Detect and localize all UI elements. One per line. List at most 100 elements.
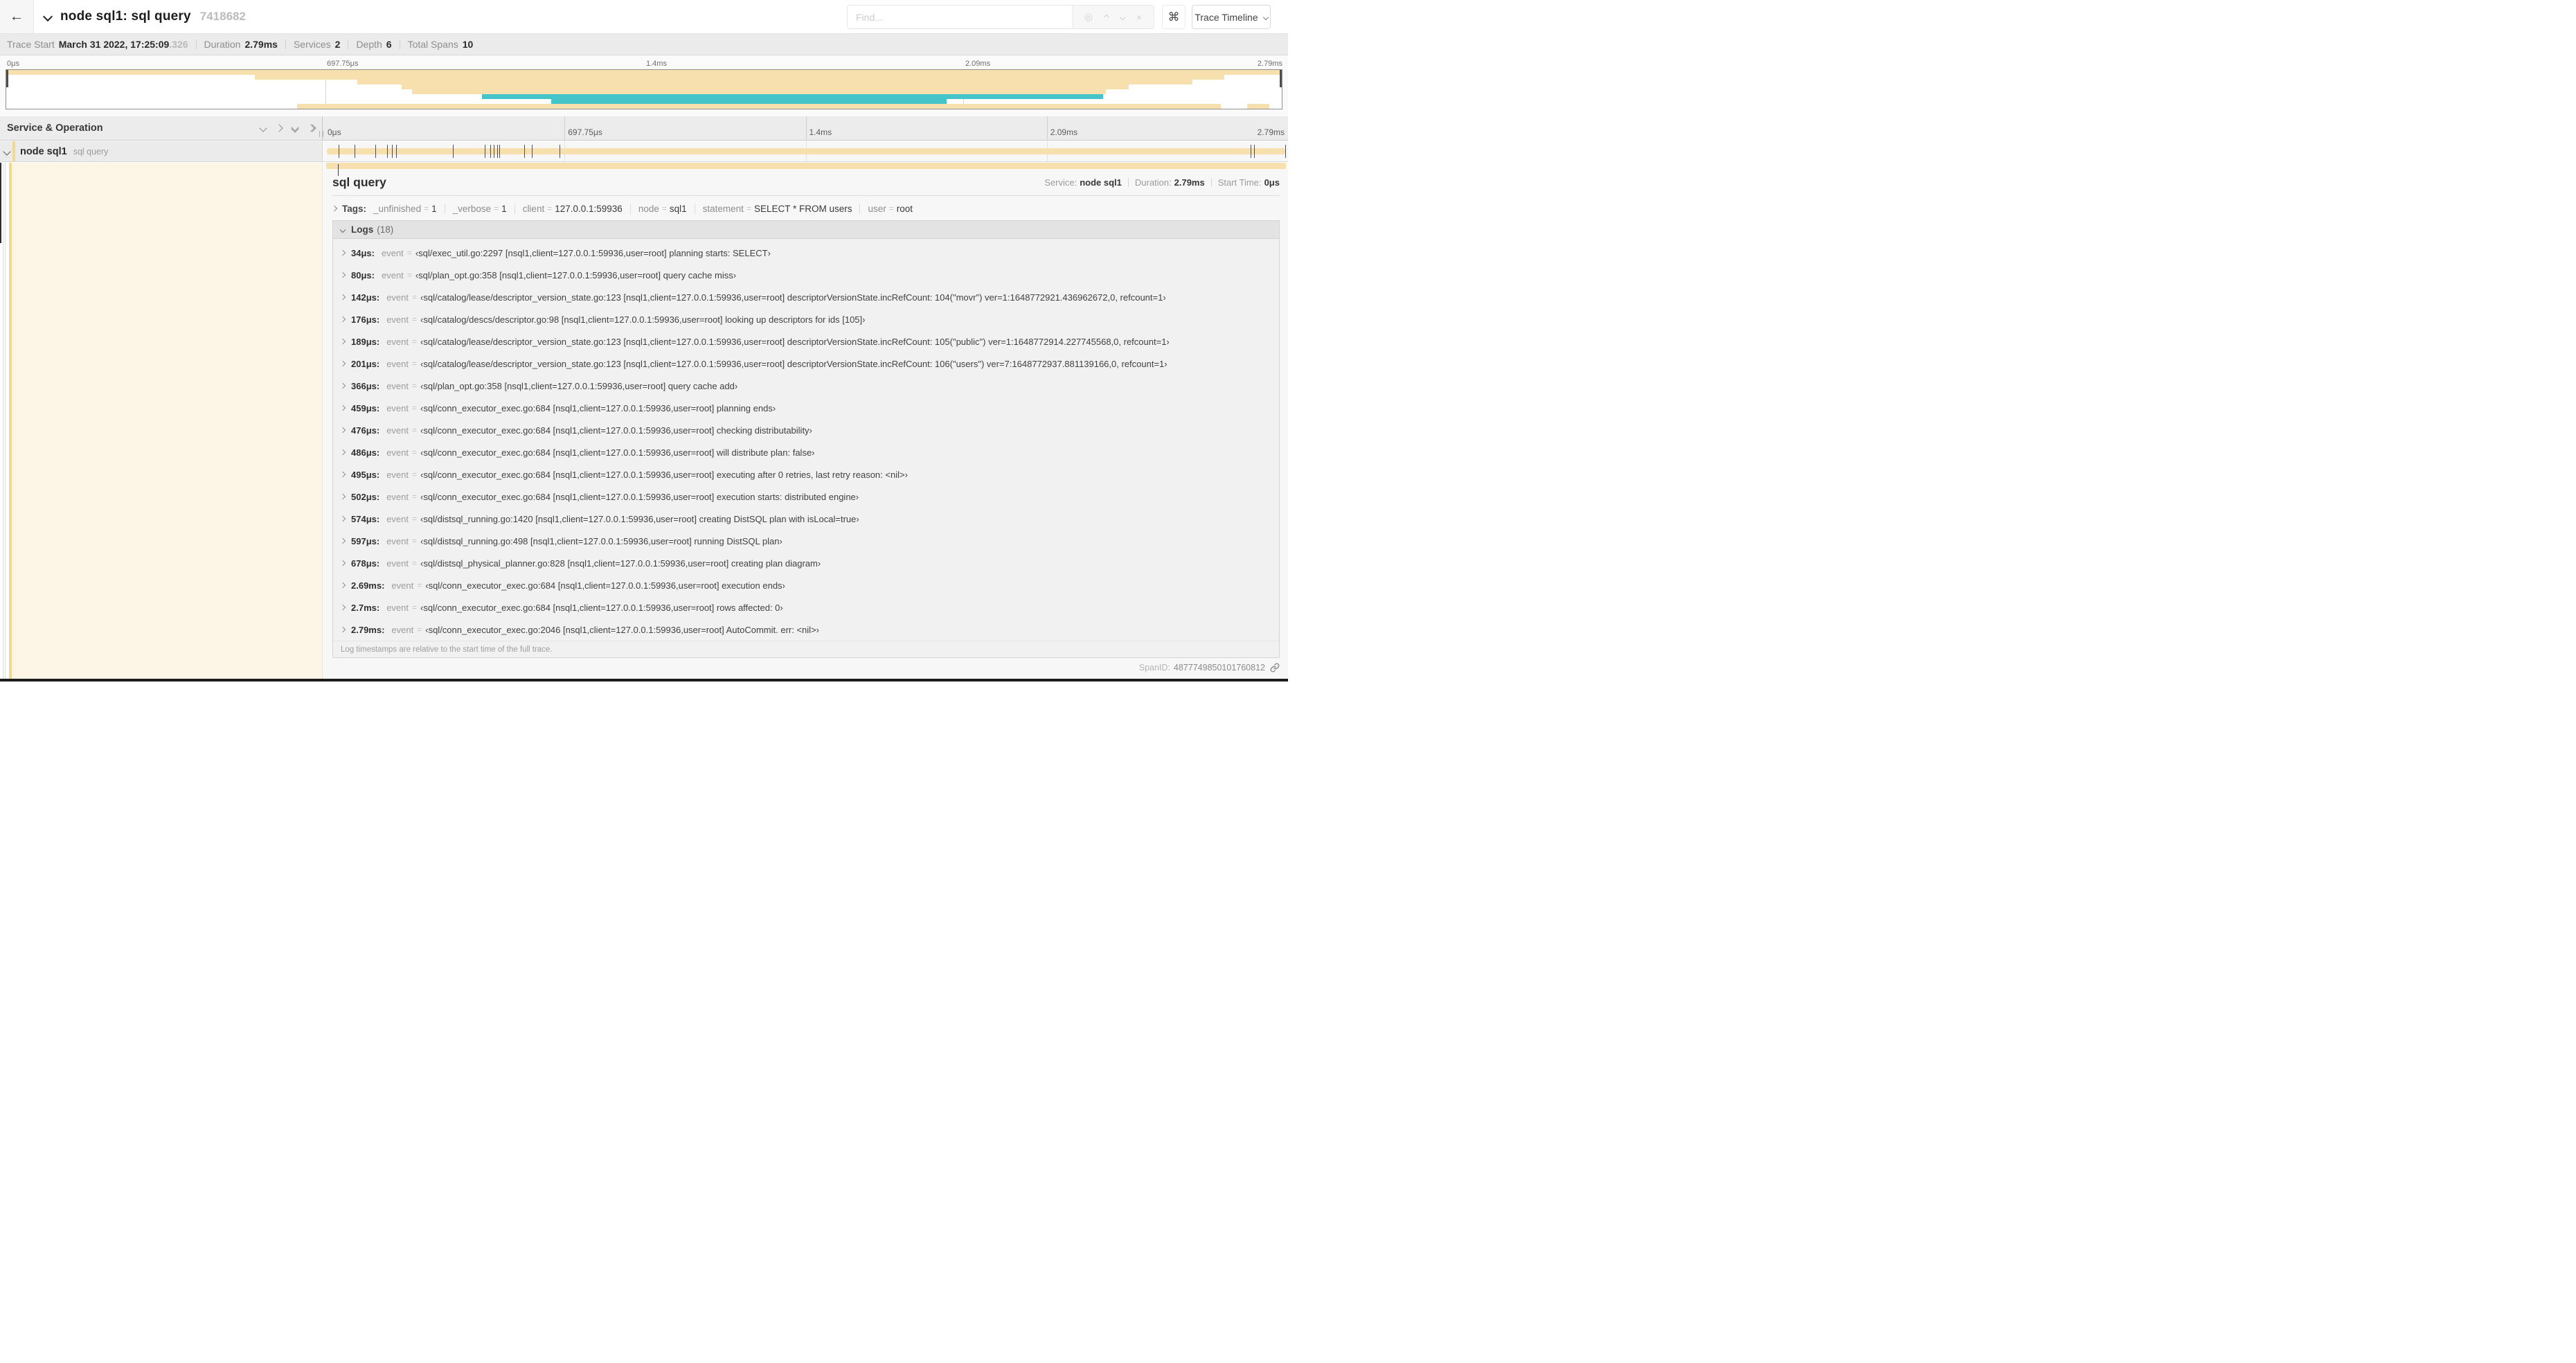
log-row[interactable]: 597μs: event = ‹sql/distsql_running.go:498 … xyxy=(333,530,1279,552)
log-timestamp: 486μs: xyxy=(351,447,380,458)
view-selector-button[interactable]: Trace Timeline xyxy=(1192,5,1271,29)
logs-header[interactable]: Logs (18) xyxy=(333,221,1279,239)
expand-log-chevron-icon[interactable] xyxy=(339,404,346,411)
collapse-trace-chevron-icon[interactable] xyxy=(42,11,53,22)
divider xyxy=(285,39,286,49)
expand-log-chevron-icon[interactable] xyxy=(339,271,346,278)
service-color-accent xyxy=(12,141,15,161)
expand-log-chevron-icon[interactable] xyxy=(339,427,346,434)
log-marker xyxy=(499,145,501,158)
collapse-one-icon[interactable] xyxy=(259,124,267,132)
log-timestamp: 80μs: xyxy=(351,269,375,280)
expand-log-chevron-icon[interactable] xyxy=(339,604,346,611)
minimap-canvas[interactable] xyxy=(6,69,1282,109)
tag-item[interactable]: _verbose = 1 xyxy=(453,204,507,214)
tag-value: sql1 xyxy=(669,203,687,214)
span-meta: Service: node sql1 Duration: 2.79ms Start … xyxy=(1044,177,1280,188)
expand-log-chevron-icon[interactable] xyxy=(339,316,346,323)
scrollbar[interactable] xyxy=(0,163,1,243)
equals-sign: = xyxy=(412,425,418,435)
span-bar[interactable] xyxy=(327,145,1286,158)
tag-item[interactable]: statement = SELECT * FROM users xyxy=(703,204,852,214)
detail-panel: sql query Service: node sql1 Duration: 2.7… xyxy=(323,163,1288,679)
tag-item[interactable]: user = root xyxy=(868,204,913,214)
equals-sign: = xyxy=(412,603,418,612)
tags-row[interactable]: Tags: _unfinished = 1 _verbose = 1 client = 127.… xyxy=(331,202,1280,215)
expand-one-icon[interactable] xyxy=(275,124,283,132)
log-row[interactable]: 2.69ms: event = ‹sql/conn_executor_exec.go:… xyxy=(333,574,1279,596)
equals-sign: = xyxy=(746,204,751,213)
log-row[interactable]: 476μs: event = ‹sql/conn_executor_exec.go:6… xyxy=(333,419,1279,441)
expand-log-chevron-icon[interactable] xyxy=(339,338,346,345)
log-row[interactable]: 34μs: event = ‹sql/exec_util.go:2297 [nsql1… xyxy=(333,242,1279,264)
log-row[interactable]: 201μs: event = ‹sql/catalog/lease/descripto… xyxy=(333,353,1279,375)
expand-log-chevron-icon[interactable] xyxy=(339,582,346,589)
detail-header: sql query Service: node sql1 Duration: 2.7… xyxy=(332,174,1280,190)
tick-label: 2.09ms xyxy=(1050,127,1078,137)
expand-log-chevron-icon[interactable] xyxy=(339,449,346,456)
expand-all-icon[interactable] xyxy=(307,124,316,132)
window-bottom-edge xyxy=(0,679,1288,682)
command-icon: ⌘ xyxy=(1168,10,1180,24)
expand-log-chevron-icon[interactable] xyxy=(339,382,346,389)
logs-label: Logs xyxy=(351,224,374,235)
expand-log-chevron-icon[interactable] xyxy=(339,537,346,544)
minimap-tick-labels: 0μs 697.75μs 1.4ms 2.09ms 2.79ms xyxy=(6,57,1282,68)
span-row[interactable]: node sql1 sql query xyxy=(0,141,1288,162)
trace-title-group[interactable]: node sql1: sql query 7418682 xyxy=(42,0,246,33)
equals-sign: = xyxy=(412,381,418,391)
equals-sign: = xyxy=(412,359,418,368)
collapse-logs-chevron-icon[interactable] xyxy=(339,226,346,233)
back-button[interactable]: ← xyxy=(0,0,34,33)
tag-item[interactable]: client = 127.0.0.1:59936 xyxy=(523,204,623,214)
next-match-icon[interactable] xyxy=(1119,14,1126,20)
tag-item[interactable]: node = sql1 xyxy=(638,204,687,214)
tag-key: user xyxy=(868,203,886,214)
selected-row-highlight xyxy=(12,163,323,679)
expand-log-chevron-icon[interactable] xyxy=(339,560,346,567)
log-field-key: event xyxy=(386,535,409,546)
tag-value: 1 xyxy=(431,203,437,214)
log-row[interactable]: 366μs: event = ‹sql/plan_opt.go:358 [nsql1,… xyxy=(333,375,1279,397)
equals-sign: = xyxy=(494,204,499,213)
expand-log-chevron-icon[interactable] xyxy=(339,471,346,478)
link-icon[interactable] xyxy=(1270,663,1280,672)
minimap-left-drag-handle[interactable] xyxy=(6,70,8,87)
keyboard-shortcuts-button[interactable]: ⌘ xyxy=(1162,5,1186,29)
expand-log-chevron-icon[interactable] xyxy=(339,294,346,301)
tag-value: SELECT * FROM users xyxy=(753,203,852,214)
log-row[interactable]: 574μs: event = ‹sql/distsql_running.go:1420… xyxy=(333,508,1279,530)
span-row-name-cell[interactable]: node sql1 sql query xyxy=(0,141,323,161)
log-row[interactable]: 678μs: event = ‹sql/distsql_physical_planne… xyxy=(333,552,1279,574)
log-row[interactable]: 2.79ms: event = ‹sql/conn_executor_exec.go:… xyxy=(333,618,1279,641)
log-field-value: ‹sql/conn_executor_exec.go:684 [nsql1,cl… xyxy=(420,469,908,480)
expand-log-chevron-icon[interactable] xyxy=(339,515,346,522)
log-row[interactable]: 176μs: event = ‹sql/catalog/descs/descripto… xyxy=(333,308,1279,330)
collapse-span-chevron-icon[interactable] xyxy=(3,147,11,156)
minimap-right-drag-handle[interactable] xyxy=(1280,70,1282,87)
log-row[interactable]: 495μs: event = ‹sql/conn_executor_exec.go:6… xyxy=(333,463,1279,485)
log-field-key: event xyxy=(386,447,409,458)
indent-guide xyxy=(5,163,6,679)
span-row-timeline-cell[interactable] xyxy=(323,141,1288,161)
prev-match-icon[interactable] xyxy=(1103,14,1110,20)
locate-icon[interactable]: ◎ xyxy=(1084,11,1093,23)
expand-log-chevron-icon[interactable] xyxy=(339,249,346,256)
log-row[interactable]: 142μs: event = ‹sql/catalog/lease/descripto… xyxy=(333,286,1279,308)
collapse-all-icon[interactable] xyxy=(291,123,299,133)
clear-find-icon[interactable]: × xyxy=(1136,12,1142,23)
expand-log-chevron-icon[interactable] xyxy=(339,626,346,633)
log-row[interactable]: 459μs: event = ‹sql/conn_executor_exec.go:6… xyxy=(333,397,1279,419)
equals-sign: = xyxy=(417,580,422,590)
log-row[interactable]: 2.7ms: event = ‹sql/conn_executor_exec.go:6… xyxy=(333,596,1279,618)
expand-log-chevron-icon[interactable] xyxy=(339,493,346,500)
log-row[interactable]: 486μs: event = ‹sql/conn_executor_exec.go:6… xyxy=(333,441,1279,463)
log-row[interactable]: 80μs: event = ‹sql/plan_opt.go:358 [nsql1,c… xyxy=(333,264,1279,286)
find-input[interactable] xyxy=(848,6,1072,28)
expand-tags-chevron-icon[interactable] xyxy=(331,205,338,212)
log-row[interactable]: 189μs: event = ‹sql/catalog/lease/descripto… xyxy=(333,330,1279,353)
gridline xyxy=(805,116,807,140)
log-row[interactable]: 502μs: event = ‹sql/conn_executor_exec.go:6… xyxy=(333,485,1279,508)
expand-log-chevron-icon[interactable] xyxy=(339,360,346,367)
tag-item[interactable]: _unfinished = 1 xyxy=(373,204,437,214)
